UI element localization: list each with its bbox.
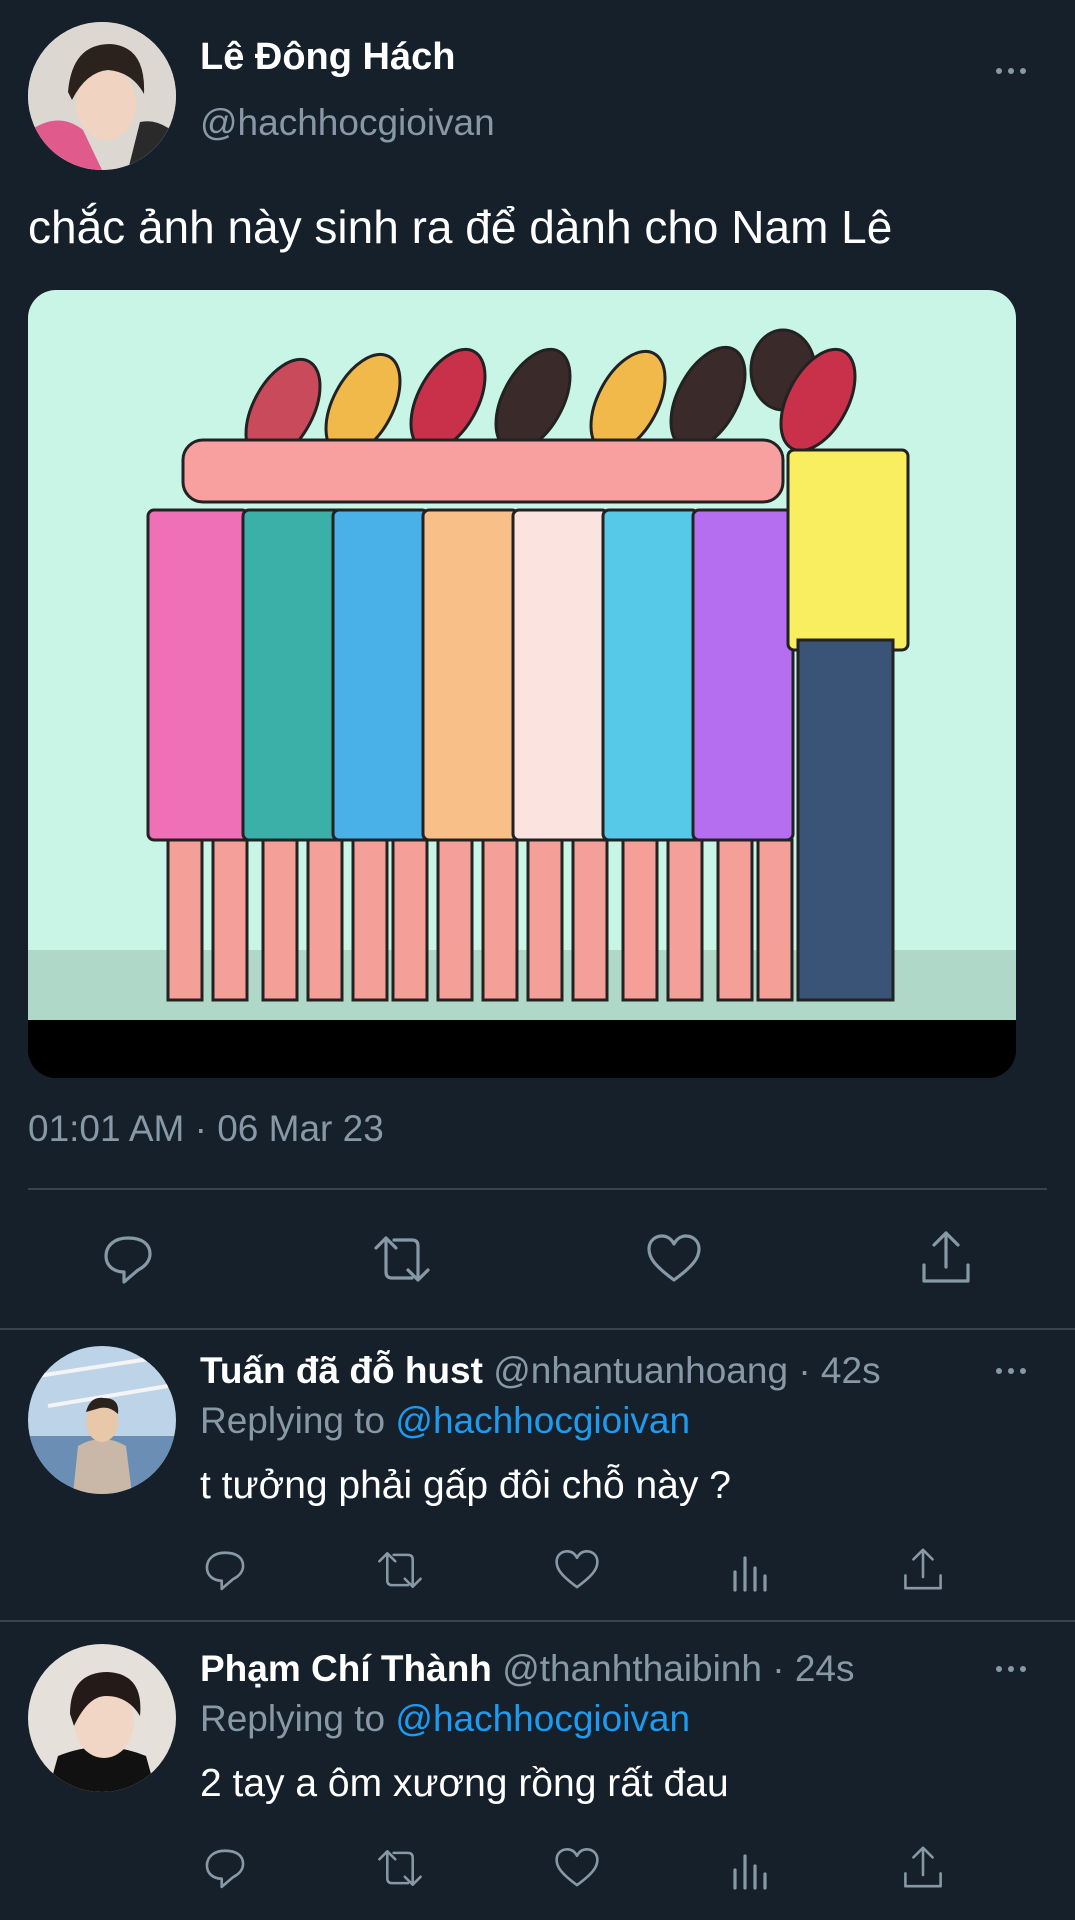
reply-author-name[interactable]: Tuấn đã đỗ hust (200, 1350, 483, 1391)
replying-to-link[interactable]: @hachhocgioivan (395, 1400, 690, 1441)
divider (0, 1620, 1075, 1622)
retweet-icon[interactable] (372, 1842, 428, 1894)
retweet-icon[interactable] (372, 1544, 428, 1596)
reply-icon[interactable] (200, 1544, 250, 1596)
reply-text: t tưởng phải gấp đôi chỗ này ? (200, 1464, 731, 1507)
tweet-text: chắc ảnh này sinh ra để dành cho Nam Lê (28, 201, 893, 253)
reply-avatar[interactable] (28, 1644, 176, 1792)
divider (0, 1328, 1075, 1330)
analytics-icon[interactable] (726, 1544, 776, 1596)
author-name[interactable]: Lê Đông Hách (200, 34, 455, 80)
share-icon[interactable] (898, 1840, 948, 1894)
tweet-image[interactable] (28, 290, 1016, 1078)
more-options-icon[interactable] (996, 1666, 1026, 1672)
heart-icon[interactable] (550, 1842, 604, 1894)
replying-to-link[interactable]: @hachhocgioivan (395, 1698, 690, 1739)
author-avatar[interactable] (28, 22, 176, 170)
replying-label: Replying to (200, 1698, 386, 1739)
heart-icon[interactable] (550, 1544, 604, 1596)
replying-label: Replying to (200, 1400, 386, 1441)
reply-time: · 42s (798, 1350, 881, 1391)
reply-avatar[interactable] (28, 1346, 176, 1494)
reply-text: 2 tay a ôm xương rồng rất đau (200, 1762, 729, 1805)
reply-author-handle[interactable]: @thanhthaibinh (502, 1648, 762, 1689)
cartoon-group-hug-image (28, 290, 1016, 1078)
retweet-icon[interactable] (368, 1228, 436, 1290)
more-options-icon[interactable] (996, 68, 1026, 74)
reply-icon[interactable] (200, 1842, 250, 1894)
more-options-icon[interactable] (996, 1368, 1026, 1374)
replying-to: Replying to @hachhocgioivan (200, 1696, 690, 1742)
reply-author-name[interactable]: Phạm Chí Thành (200, 1648, 492, 1689)
heart-icon[interactable] (642, 1228, 706, 1290)
author-handle[interactable]: @hachhocgioivan (200, 100, 495, 146)
divider (28, 1188, 1047, 1190)
share-icon[interactable] (898, 1542, 948, 1596)
reply-author-handle[interactable]: @nhantuanhoang (493, 1350, 788, 1391)
reply-header: Tuấn đã đỗ hust @nhantuanhoang · 42s (200, 1346, 881, 1396)
replying-to: Replying to @hachhocgioivan (200, 1398, 690, 1444)
reply-header: Phạm Chí Thành @thanhthaibinh · 24s (200, 1644, 855, 1694)
tweet-timestamp[interactable]: 01:01 AM · 06 Mar 23 (28, 1106, 384, 1152)
share-icon[interactable] (914, 1224, 978, 1290)
reply-time: · 24s (772, 1648, 855, 1689)
reply-icon[interactable] (96, 1228, 160, 1290)
analytics-icon[interactable] (726, 1842, 776, 1894)
